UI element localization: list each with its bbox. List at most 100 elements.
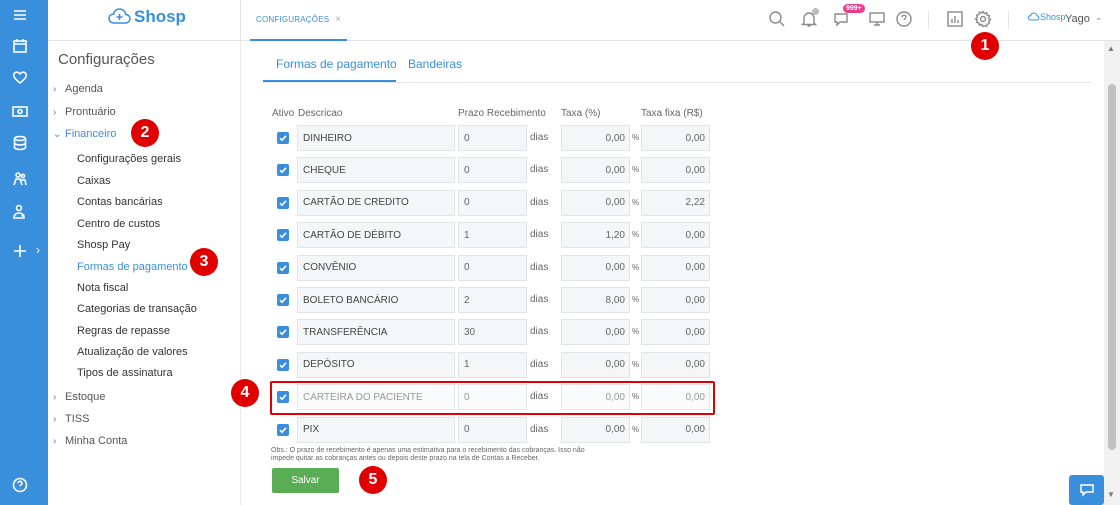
descricao-input[interactable]: TRANSFERÊNCIA xyxy=(297,319,455,346)
prazo-input[interactable]: 1 xyxy=(458,351,527,378)
plus-icon[interactable] xyxy=(0,236,40,266)
sidebar-section-financeiro[interactable]: ⌄ Financeiro xyxy=(53,128,116,140)
prazo-input[interactable]: 1 xyxy=(458,222,527,249)
team-icon[interactable] xyxy=(0,164,40,194)
gear-icon[interactable] xyxy=(974,10,992,28)
descricao-input[interactable]: CARTÃO DE CREDITO xyxy=(297,189,455,216)
tab-close-icon[interactable]: × xyxy=(335,14,341,25)
doctor-icon[interactable] xyxy=(0,197,40,227)
user-name[interactable]: Yago xyxy=(1065,13,1090,25)
menu-icon[interactable] xyxy=(0,0,40,30)
taxa-fixa-input[interactable]: 0,00 xyxy=(641,319,710,346)
active-checkbox[interactable] xyxy=(277,196,289,209)
taxa-input[interactable]: 1,20 xyxy=(561,222,630,249)
taxa-input[interactable]: 0,00 xyxy=(561,157,630,184)
bell-icon[interactable] xyxy=(800,8,819,28)
taxa-fixa-input[interactable]: 2,22 xyxy=(641,189,710,216)
descricao-input[interactable]: CARTÃO DE DÉBITO xyxy=(297,222,455,249)
scroll-up-icon[interactable]: ▲ xyxy=(1107,44,1115,53)
sidebar-item-contas-bancarias[interactable]: Contas bancárias xyxy=(77,196,163,208)
sidebar-item-nota-fiscal[interactable]: Nota fiscal xyxy=(77,282,128,294)
taxa-fixa-input[interactable]: 0,00 xyxy=(641,287,710,313)
taxa-input[interactable]: 0,00 xyxy=(561,416,630,443)
chat-icon[interactable]: 999+ xyxy=(832,4,865,28)
taxa-input[interactable]: 8,00 xyxy=(561,287,630,313)
sidebar-item-formas-de-pagamento[interactable]: Formas de pagamento xyxy=(77,261,188,273)
sidebar-section-prontuario[interactable]: › Prontuário xyxy=(53,106,116,118)
unit-dias: dias xyxy=(530,132,549,143)
sidebar-item-centro-de-custos[interactable]: Centro de custos xyxy=(77,218,160,230)
taxa-fixa-input[interactable]: 0,00 xyxy=(641,254,710,281)
descricao-input[interactable]: BOLETO BANCÁRIO xyxy=(297,287,455,313)
tab-bandeiras[interactable]: Bandeiras xyxy=(408,57,462,71)
scrollbar-thumb[interactable] xyxy=(1108,84,1116,450)
taxa-fixa-input[interactable]: 0,00 xyxy=(641,351,710,378)
check-icon xyxy=(279,200,287,207)
monitor-icon[interactable] xyxy=(868,10,886,28)
descricao-input[interactable]: DINHEIRO xyxy=(297,125,455,151)
cash-icon[interactable] xyxy=(0,96,40,126)
sidebar-item-categorias-de-transacao[interactable]: Categorias de transação xyxy=(77,303,197,315)
help-circle-icon[interactable] xyxy=(895,10,913,28)
active-checkbox[interactable] xyxy=(277,391,289,404)
tab-formas-de-pagamento[interactable]: Formas de pagamento xyxy=(276,57,397,71)
help-icon[interactable] xyxy=(0,470,40,500)
sidebar-item-regras-de-repasse[interactable]: Regras de repasse xyxy=(77,325,170,337)
taxa-fixa-input[interactable]: 0,00 xyxy=(641,125,710,151)
sidebar-item-tipos-de-assinatura[interactable]: Tipos de assinatura xyxy=(77,367,173,379)
taxa-fixa-input[interactable]: 0,00 xyxy=(641,157,710,184)
save-button[interactable]: Salvar xyxy=(272,468,339,493)
descricao-input[interactable]: DEPÓSITO xyxy=(297,351,455,378)
taxa-input[interactable]: 0,00 xyxy=(561,384,630,411)
prazo-input[interactable]: 0 xyxy=(458,157,527,184)
taxa-input[interactable]: 0,00 xyxy=(561,189,630,216)
prazo-input[interactable]: 0 xyxy=(458,125,527,151)
tab-configuracoes[interactable]: CONFIGURAÇÕES × xyxy=(250,0,348,41)
active-checkbox[interactable] xyxy=(277,326,289,339)
sidebar-section-minha-conta[interactable]: › Minha Conta xyxy=(53,435,127,447)
active-checkbox[interactable] xyxy=(277,294,289,306)
prazo-input[interactable]: 30 xyxy=(458,319,527,346)
prazo-input[interactable]: 0 xyxy=(458,254,527,281)
rail-expand-icon[interactable]: › xyxy=(36,243,40,257)
active-checkbox[interactable] xyxy=(277,423,289,436)
sidebar-item-shosp-pay[interactable]: Shosp Pay xyxy=(77,239,130,251)
live-chat-button[interactable] xyxy=(1069,475,1104,505)
descricao-input[interactable]: CHEQUE xyxy=(297,157,455,184)
active-checkbox[interactable] xyxy=(277,229,289,242)
active-checkbox[interactable] xyxy=(277,358,289,371)
prazo-input[interactable]: 0 xyxy=(458,384,527,411)
reports-icon[interactable] xyxy=(946,10,964,28)
prazo-input[interactable]: 0 xyxy=(458,189,527,216)
active-checkbox[interactable] xyxy=(277,164,289,177)
descricao-input[interactable]: CONVÊNIO xyxy=(297,254,455,281)
sidebar-section-agenda[interactable]: › Agenda xyxy=(53,83,103,95)
database-icon[interactable] xyxy=(0,128,40,158)
prazo-input[interactable]: 2 xyxy=(458,287,527,313)
taxa-fixa-input[interactable]: 0,00 xyxy=(641,222,710,249)
search-icon[interactable] xyxy=(768,10,786,28)
sidebar-item-caixas[interactable]: Caixas xyxy=(77,175,111,187)
prazo-input[interactable]: 0 xyxy=(458,416,527,443)
descricao-input[interactable]: PIX xyxy=(297,416,455,443)
active-checkbox[interactable] xyxy=(277,261,289,274)
sidebar-item-atualizacao-de-valores[interactable]: Atualização de valores xyxy=(77,346,188,358)
sidebar-section-label: Prontuário xyxy=(65,106,116,118)
descricao-input[interactable]: CARTEIRA DO PACIENTE xyxy=(297,384,455,411)
scroll-down-icon[interactable]: ▼ xyxy=(1107,490,1115,499)
taxa-input[interactable]: 0,00 xyxy=(561,319,630,346)
user-chevron-down-icon[interactable]: ⌄ xyxy=(1095,12,1103,23)
active-checkbox[interactable] xyxy=(277,132,289,144)
sidebar-section-estoque[interactable]: › Estoque xyxy=(53,391,105,403)
header-ativo: Ativo xyxy=(272,108,295,119)
taxa-fixa-input[interactable]: 0,00 xyxy=(641,384,710,411)
sidebar-section-tiss[interactable]: › TISS xyxy=(53,413,89,425)
taxa-input[interactable]: 0,00 xyxy=(561,125,630,151)
calendar-icon[interactable] xyxy=(0,31,40,61)
brand-logo[interactable]: Shosp xyxy=(108,6,186,28)
taxa-input[interactable]: 0,00 xyxy=(561,254,630,281)
taxa-fixa-input[interactable]: 0,00 xyxy=(641,416,710,443)
taxa-input[interactable]: 0,00 xyxy=(561,351,630,378)
sidebar-item-configuracoes-gerais[interactable]: Configurações gerais xyxy=(77,153,181,165)
heart-icon[interactable] xyxy=(0,62,40,92)
